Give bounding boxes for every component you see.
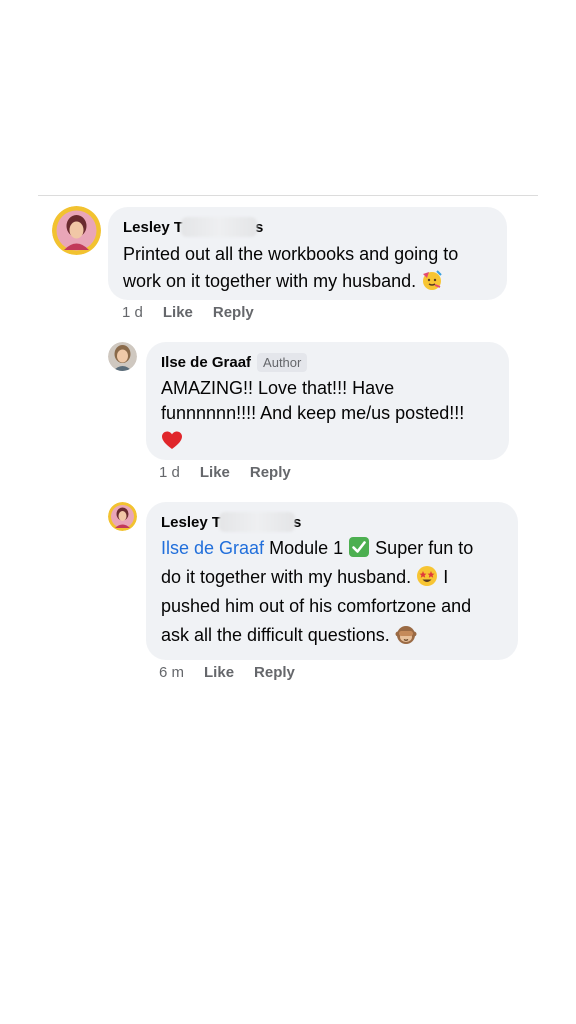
check-mark-button-icon (348, 536, 370, 558)
like-button[interactable]: Like (163, 304, 193, 321)
comment-text: Ilse de Graaf Module 1 Super fun to do i… (161, 536, 474, 645)
like-button[interactable]: Like (204, 664, 234, 681)
comment-author[interactable]: Lesley T (123, 219, 183, 236)
reply-button[interactable]: Reply (213, 304, 254, 321)
avatar-lesley[interactable] (108, 502, 137, 531)
partying-face-icon (421, 269, 443, 291)
redaction-blur (181, 217, 258, 237)
avatar-ilse[interactable] (108, 342, 137, 371)
comment-bubble: Ilse de Graaf Author AMAZING!! Love that… (146, 342, 509, 460)
redaction-blur (219, 512, 296, 532)
red-heart-icon (161, 430, 183, 452)
comment-bubble: Lesley Ts Printed out all the workbooks … (108, 207, 507, 300)
comment-text: Printed out all the workbooks and going … (123, 244, 459, 291)
timestamp[interactable]: 1 d (122, 304, 143, 321)
star-struck-face-icon (416, 565, 438, 587)
like-button[interactable]: Like (200, 464, 230, 481)
author-badge: Author (257, 352, 308, 372)
comment-actions: 1 d Like Reply (159, 464, 291, 481)
comment-bubble: Lesley Ts Ilse de Graaf Module 1 Super f… (146, 502, 518, 660)
comment-text: AMAZING!! Love that!!! Have funnnnnn!!!!… (161, 376, 493, 455)
avatar-lesley[interactable] (52, 206, 101, 255)
comment-actions: 1 d Like Reply (122, 304, 254, 321)
see-no-evil-monkey-icon (395, 623, 417, 645)
reply-button[interactable]: Reply (254, 664, 295, 681)
comment-actions: 6 m Like Reply (159, 664, 295, 681)
timestamp[interactable]: 6 m (159, 664, 184, 681)
reply-button[interactable]: Reply (250, 464, 291, 481)
comment-author[interactable]: Ilse de Graaf (161, 354, 251, 371)
timestamp[interactable]: 1 d (159, 464, 180, 481)
comment-author[interactable]: Lesley T (161, 514, 221, 531)
divider (38, 195, 538, 196)
mention-link[interactable]: Ilse de Graaf (161, 538, 264, 558)
